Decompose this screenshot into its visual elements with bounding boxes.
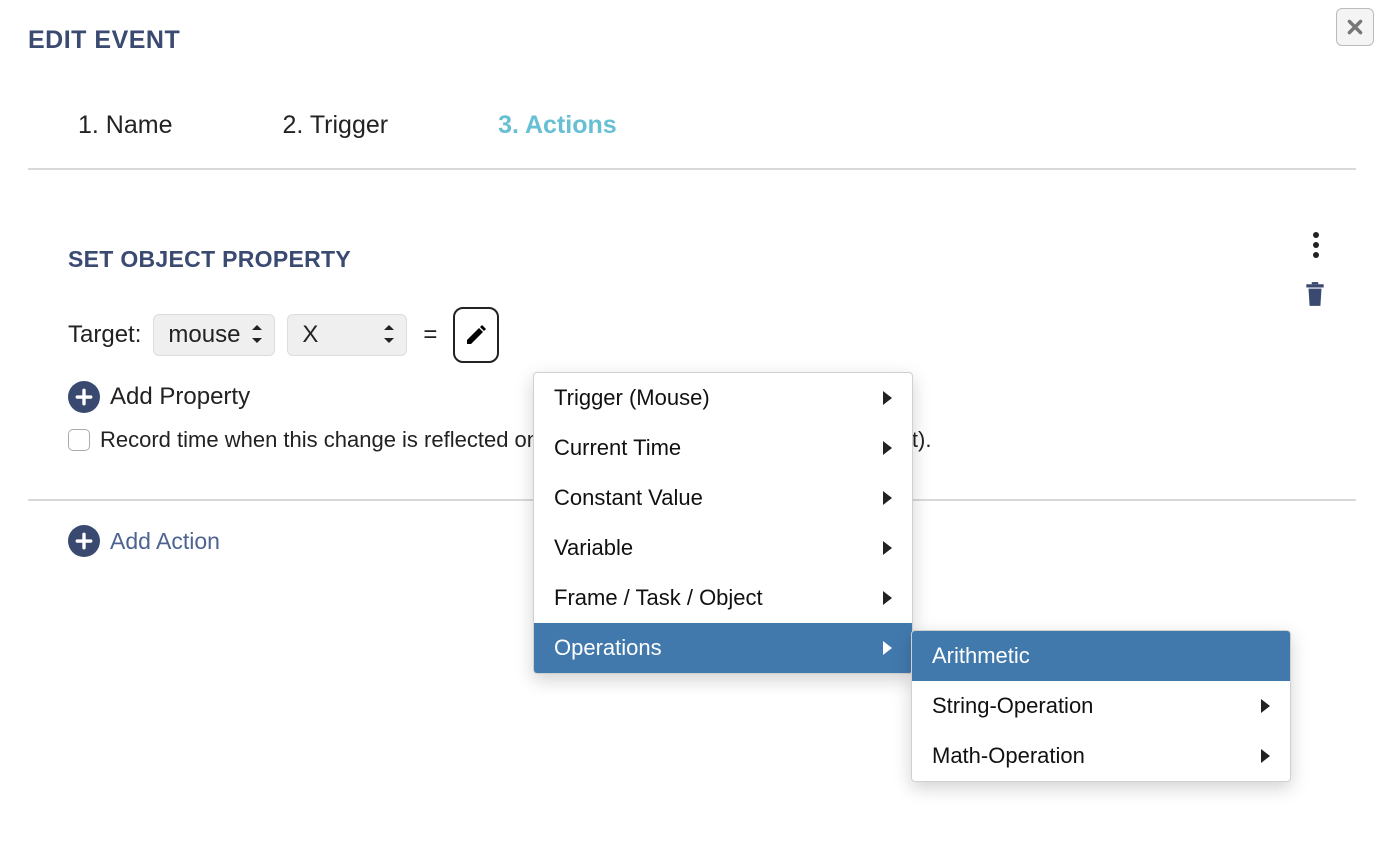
menu-item-label: Current Time <box>554 435 681 461</box>
menu-item-constant-value[interactable]: Constant Value <box>534 473 912 523</box>
record-time-checkbox[interactable] <box>68 429 90 451</box>
trash-icon <box>1302 279 1328 309</box>
submenu-arrow-icon <box>883 641 892 655</box>
pencil-icon <box>464 323 488 347</box>
close-button[interactable] <box>1336 8 1374 46</box>
target-property-select[interactable]: X <box>287 314 407 356</box>
operations-submenu: Arithmetic String-Operation Math-Operation <box>911 630 1291 782</box>
submenu-arrow-icon <box>883 441 892 455</box>
target-property-value: X <box>302 321 318 348</box>
plus-circle-icon <box>68 525 100 557</box>
close-icon <box>1346 18 1364 36</box>
menu-item-label: String-Operation <box>932 693 1093 719</box>
equals-sign: = <box>419 321 441 349</box>
step-name[interactable]: 1. Name <box>78 111 172 140</box>
submenu-arrow-icon <box>883 591 892 605</box>
menu-item-label: Variable <box>554 535 633 561</box>
menu-item-label: Math-Operation <box>932 743 1085 769</box>
submenu-arrow-icon <box>1261 699 1270 713</box>
submenu-arrow-icon <box>883 391 892 405</box>
submenu-arrow-icon <box>883 541 892 555</box>
menu-item-trigger-mouse[interactable]: Trigger (Mouse) <box>534 373 912 423</box>
menu-item-operations[interactable]: Operations <box>534 623 912 673</box>
modal-title: EDIT EVENT <box>28 26 1356 55</box>
section-title: SET OBJECT PROPERTY <box>68 246 1356 273</box>
menu-item-current-time[interactable]: Current Time <box>534 423 912 473</box>
add-property-label: Add Property <box>110 383 250 411</box>
menu-item-frame-task-object[interactable]: Frame / Task / Object <box>534 573 912 623</box>
submenu-item-arithmetic[interactable]: Arithmetic <box>912 631 1290 681</box>
value-source-menu: Trigger (Mouse) Current Time Constant Valu… <box>533 372 913 674</box>
target-label: Target: <box>68 321 141 349</box>
add-action-label: Add Action <box>110 528 220 555</box>
target-object-select[interactable]: mouse <box>153 314 275 356</box>
menu-item-label: Arithmetic <box>932 643 1030 669</box>
menu-item-label: Constant Value <box>554 485 703 511</box>
menu-item-variable[interactable]: Variable <box>534 523 912 573</box>
submenu-item-string-operation[interactable]: String-Operation <box>912 681 1290 731</box>
step-trigger[interactable]: 2. Trigger <box>282 111 388 140</box>
menu-item-label: Trigger (Mouse) <box>554 385 710 411</box>
delete-action-button[interactable] <box>1302 279 1328 314</box>
menu-item-label: Operations <box>554 635 662 661</box>
step-actions[interactable]: 3. Actions <box>498 111 617 140</box>
plus-circle-icon <box>68 381 100 413</box>
submenu-arrow-icon <box>883 491 892 505</box>
menu-item-label: Frame / Task / Object <box>554 585 763 611</box>
submenu-item-math-operation[interactable]: Math-Operation <box>912 731 1290 781</box>
action-menu-kebab[interactable] <box>1304 227 1328 263</box>
step-tabs: 1. Name 2. Trigger 3. Actions <box>28 111 1356 170</box>
edit-value-button[interactable] <box>453 307 499 363</box>
target-object-value: mouse <box>168 321 240 348</box>
submenu-arrow-icon <box>1261 749 1270 763</box>
